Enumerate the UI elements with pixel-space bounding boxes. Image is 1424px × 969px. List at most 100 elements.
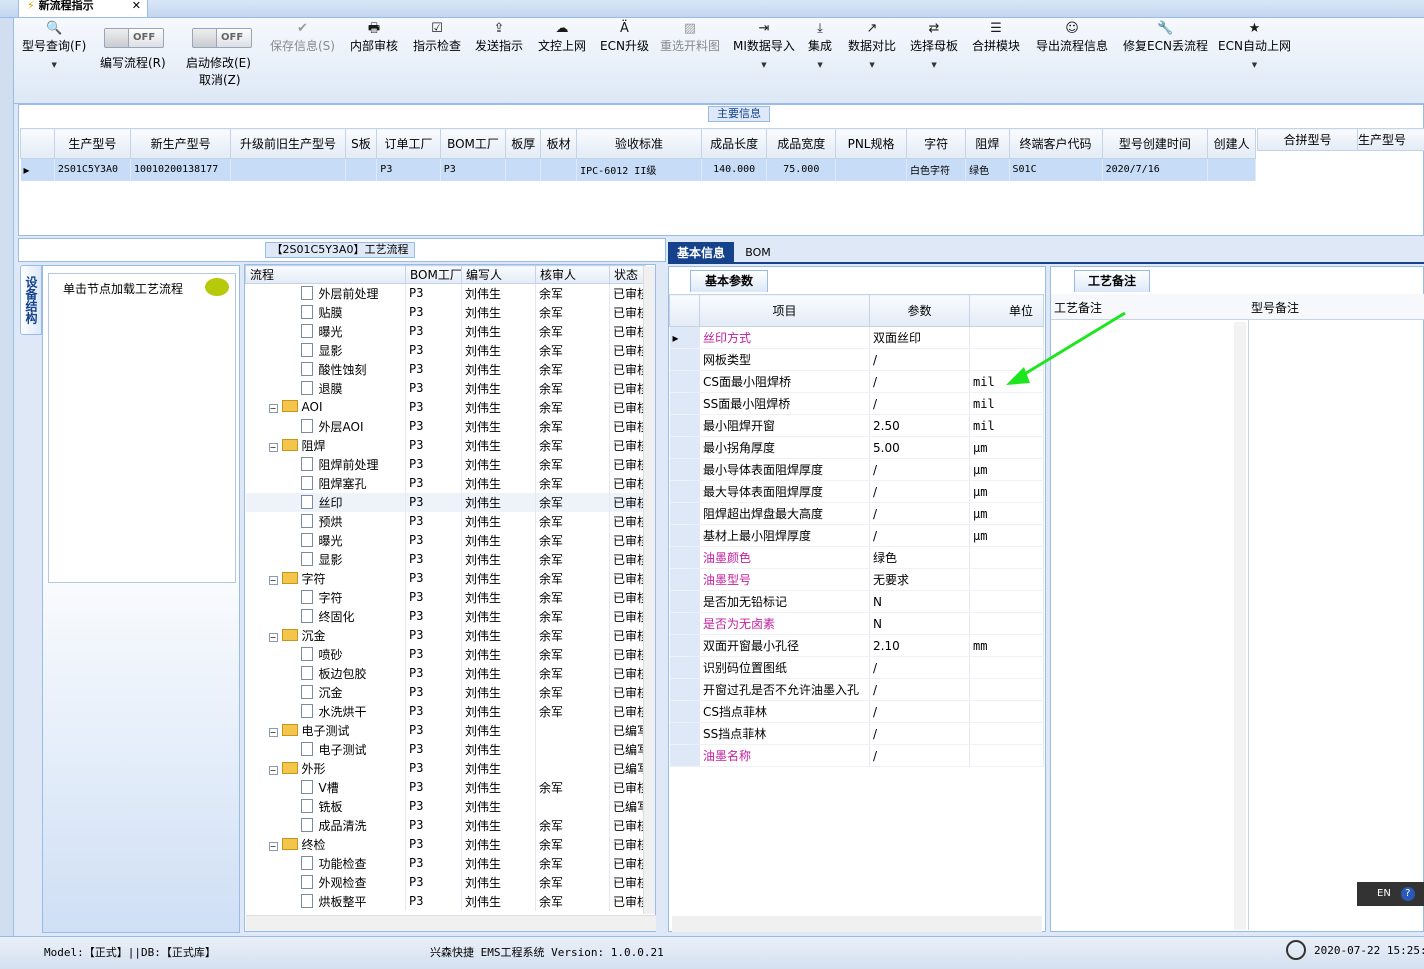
toolbar-button-0[interactable]: 🔍 型号查询(F) ▼: [22, 20, 86, 72]
param-value[interactable]: N: [869, 612, 970, 635]
param-value[interactable]: /: [869, 392, 970, 415]
table-row[interactable]: 显影 P3 刘伟生 余军 已审核: [245, 549, 646, 569]
table-row[interactable]: 喷砂 P3 刘伟生 余军 已审核: [245, 644, 646, 664]
table-row[interactable]: 最小导体表面阻焊厚度 / μm: [669, 458, 1044, 481]
toolbar-button-9[interactable]: ⤓ 集成 ▼: [808, 20, 832, 72]
chevron-down-icon[interactable]: ▼: [848, 58, 896, 72]
collapse-icon[interactable]: −: [268, 765, 278, 775]
table-row[interactable]: − AOI P3 刘伟生 余军 已审核: [245, 397, 646, 417]
process-col-header[interactable]: BOM工厂: [405, 265, 462, 284]
params-col-value[interactable]: 参数: [869, 294, 970, 327]
param-value[interactable]: 2.50: [869, 414, 970, 437]
table-row[interactable]: 退膜 P3 刘伟生 余军 已审核: [245, 378, 646, 398]
collapse-icon[interactable]: −: [268, 404, 278, 413]
process-col-header[interactable]: 流程: [245, 265, 406, 284]
product-col-header[interactable]: 验收标准: [576, 128, 702, 159]
product-col-header[interactable]: 阻焊: [965, 128, 1010, 159]
param-value[interactable]: /: [869, 678, 970, 701]
table-row[interactable]: 曝光 P3 刘伟生 余军 已审核: [245, 321, 646, 341]
tab-new-process-instruction[interactable]: ⚡ 新流程指示 ✕: [18, 0, 148, 18]
table-row[interactable]: 油墨名称 /: [669, 744, 1044, 767]
table-row[interactable]: 开窗过孔是否不允许油墨入孔 /: [669, 678, 1044, 701]
product-col-header[interactable]: 订单工厂: [376, 128, 441, 159]
process-horizontal-scrollbar[interactable]: [246, 915, 656, 931]
process-col-header[interactable]: 核审人: [535, 265, 610, 284]
table-row[interactable]: 贴膜 P3 刘伟生 余军 已审核: [245, 302, 646, 322]
param-value[interactable]: /: [869, 502, 970, 525]
collapse-icon[interactable]: −: [268, 841, 278, 851]
start-modify-toggle[interactable]: OFF: [192, 28, 252, 48]
table-row[interactable]: 酸性蚀刻 P3 刘伟生 余军 已审核: [245, 359, 646, 379]
param-value[interactable]: 无要求: [869, 568, 970, 591]
toolbar-button-11[interactable]: ⇄ 选择母板 ▼: [910, 20, 958, 72]
product-col-header[interactable]: 新生产型号: [129, 128, 232, 159]
table-row[interactable]: 显影 P3 刘伟生 余军 已审核: [245, 340, 646, 360]
notes-vertical-scrollbar[interactable]: [1234, 322, 1246, 930]
toolbar-button-15[interactable]: ★ ECN自动上网 ▼: [1218, 20, 1291, 72]
product-col-header[interactable]: 成品长度: [700, 128, 768, 159]
product-col-header[interactable]: 板厚: [505, 128, 542, 159]
table-row[interactable]: 是否加无铅标记 N: [669, 590, 1044, 613]
cancel-label[interactable]: 取消(Z): [199, 72, 241, 88]
toolbar-button-5[interactable]: ☁ 文控上网: [538, 20, 586, 54]
table-row[interactable]: 沉金 P3 刘伟生 余军 已审核: [245, 682, 646, 702]
table-row[interactable]: SS挡点菲林 /: [669, 722, 1044, 745]
table-row[interactable]: 阻焊前处理 P3 刘伟生 余军 已审核: [245, 454, 646, 474]
table-row[interactable]: 外层前处理 P3 刘伟生 余军 已审核: [245, 283, 646, 303]
table-row[interactable]: 网板类型 /: [669, 348, 1044, 371]
collapse-icon[interactable]: −: [268, 442, 278, 452]
table-row[interactable]: 烘板整平 P3 刘伟生 余军 已审核: [245, 891, 646, 911]
table-row[interactable]: 油墨型号 无要求: [669, 568, 1044, 591]
table-row[interactable]: 预烘 P3 刘伟生 余军 已审核: [245, 511, 646, 531]
param-value[interactable]: 5.00: [869, 436, 970, 459]
collapse-icon[interactable]: −: [268, 632, 278, 642]
help-icon[interactable]: ?: [1400, 887, 1415, 901]
param-value[interactable]: /: [869, 656, 970, 679]
param-value[interactable]: 绿色: [869, 546, 970, 569]
table-row[interactable]: 铣板 P3 刘伟生 已编写: [245, 796, 646, 816]
model-notes-column[interactable]: 型号备注: [1251, 299, 1299, 316]
table-row[interactable]: 终固化 P3 刘伟生 余军 已审核: [245, 606, 646, 626]
table-row[interactable]: CS面最小阻焊桥 / mil: [669, 370, 1044, 393]
product-col-header[interactable]: 型号创建时间: [1101, 128, 1209, 159]
tab-bom[interactable]: BOM: [738, 242, 778, 264]
params-horizontal-scrollbar[interactable]: [672, 916, 1042, 932]
table-row[interactable]: ▸ 2S01C5Y3A0 10010200138177 P3 P3 IPC-6012 II…: [20, 158, 1256, 181]
table-row[interactable]: 曝光 P3 刘伟生 余军 已审核: [245, 530, 646, 550]
table-row[interactable]: 最大导体表面阻焊厚度 / μm: [669, 480, 1044, 503]
table-row[interactable]: 双面开窗最小孔径 2.10 mm: [669, 634, 1044, 657]
toolbar-button-14[interactable]: 🔧 修复ECN丢流程: [1123, 20, 1208, 54]
param-value[interactable]: /: [869, 700, 970, 723]
toolbar-button-12[interactable]: ☰ 合拼模块: [972, 20, 1020, 54]
product-col-header[interactable]: BOM工厂: [439, 128, 507, 159]
product-col-header[interactable]: 成品宽度: [766, 128, 837, 159]
process-vertical-scrollbar[interactable]: [643, 266, 655, 914]
table-row[interactable]: 识别码位置图纸 /: [669, 656, 1044, 679]
collapse-icon[interactable]: −: [268, 575, 278, 585]
product-col-header[interactable]: 终端客户代码: [1008, 128, 1103, 159]
param-value[interactable]: /: [869, 480, 970, 503]
toolbar-button-4[interactable]: ⇪ 发送指示: [475, 20, 523, 54]
chevron-down-icon[interactable]: ▼: [808, 58, 832, 72]
table-row[interactable]: 水洗烘干 P3 刘伟生 余军 已审核: [245, 701, 646, 721]
params-col-item[interactable]: 项目: [699, 294, 870, 327]
table-row[interactable]: 丝印 P3 刘伟生 余军 已审核: [245, 492, 646, 512]
param-value[interactable]: /: [869, 458, 970, 481]
table-row[interactable]: 最小阻焊开窗 2.50 mil: [669, 414, 1044, 437]
table-row[interactable]: 油墨颜色 绿色: [669, 546, 1044, 569]
product-col-header[interactable]: 板材: [540, 128, 578, 159]
table-row[interactable]: − 阻焊 P3 刘伟生 余军 已审核: [245, 435, 646, 455]
param-value[interactable]: N: [869, 590, 970, 613]
chevron-down-icon[interactable]: ▼: [733, 58, 795, 72]
product-col-header[interactable]: 生产型号: [53, 128, 131, 159]
product-col-header[interactable]: 字符: [905, 128, 967, 159]
table-row[interactable]: − 电子测试 P3 刘伟生 已编写: [245, 720, 646, 740]
toolbar-button-10[interactable]: ↗ 数据对比 ▼: [848, 20, 896, 72]
table-row[interactable]: 功能检查 P3 刘伟生 余军 已审核: [245, 853, 646, 873]
table-row[interactable]: V槽 P3 刘伟生 余军 已审核: [245, 777, 646, 797]
product-col-header[interactable]: S板: [344, 128, 378, 159]
table-row[interactable]: 阻焊超出焊盘最大高度 / μm: [669, 502, 1044, 525]
write-process-toggle[interactable]: OFF: [104, 28, 164, 48]
table-row[interactable]: − 字符 P3 刘伟生 余军 已审核: [245, 568, 646, 588]
table-row[interactable]: 是否为无卤素 N: [669, 612, 1044, 635]
